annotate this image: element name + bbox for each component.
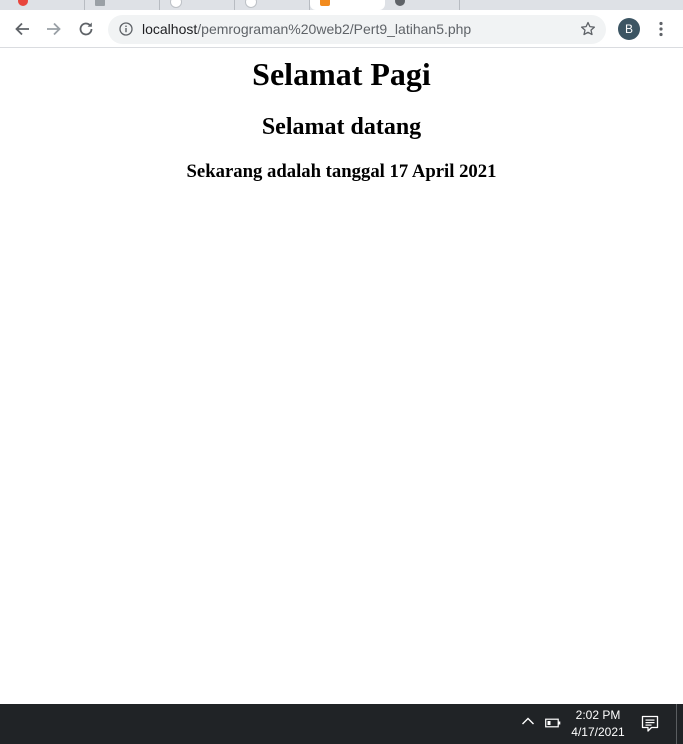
info-icon[interactable] bbox=[119, 22, 133, 36]
browser-tab[interactable] bbox=[235, 0, 310, 10]
browser-tab[interactable] bbox=[85, 0, 160, 10]
chevron-up-icon[interactable] bbox=[521, 716, 535, 726]
tab-favicon-icon bbox=[18, 0, 28, 6]
page-content: Selamat Pagi Selamat datang Sekarang ada… bbox=[0, 48, 683, 704]
url-host: localhost bbox=[142, 21, 198, 37]
tab-favicon-icon bbox=[245, 0, 257, 8]
address-url[interactable]: localhost/pemrograman%20web2/Pert9_latih… bbox=[142, 21, 471, 38]
profile-avatar[interactable]: B bbox=[618, 18, 640, 40]
tab-favicon-icon bbox=[395, 0, 405, 6]
browser-tab-active[interactable] bbox=[310, 0, 385, 10]
more-vertical-icon bbox=[659, 21, 663, 37]
welcome-heading: Selamat datang bbox=[261, 114, 422, 140]
tab-favicon-icon bbox=[320, 0, 330, 6]
clock-date: 4/17/2021 bbox=[571, 725, 625, 739]
back-button[interactable] bbox=[9, 16, 35, 42]
browser-tab[interactable] bbox=[160, 0, 235, 10]
reload-icon bbox=[79, 22, 93, 36]
tab-strip bbox=[0, 0, 683, 10]
reload-button[interactable] bbox=[73, 16, 99, 42]
tab-favicon-icon bbox=[170, 0, 182, 8]
taskbar-clock[interactable]: 2:02 PM 4/17/2021 bbox=[566, 707, 630, 741]
browser-menu-button[interactable] bbox=[650, 18, 672, 40]
arrow-right-icon bbox=[47, 22, 61, 36]
star-icon[interactable] bbox=[580, 21, 596, 37]
show-desktop-button[interactable] bbox=[676, 704, 677, 744]
browser-tab[interactable] bbox=[0, 0, 85, 10]
notification-icon[interactable] bbox=[641, 715, 659, 733]
address-bar[interactable]: localhost/pemrograman%20web2/Pert9_latih… bbox=[108, 15, 606, 44]
greeting-heading: Selamat Pagi bbox=[252, 56, 431, 92]
forward-button[interactable] bbox=[41, 16, 67, 42]
tab-favicon-icon bbox=[95, 0, 105, 6]
date-heading: Sekarang adalah tanggal 17 April 2021 bbox=[186, 161, 497, 182]
battery-icon[interactable] bbox=[545, 718, 561, 728]
browser-tab[interactable] bbox=[385, 0, 460, 10]
arrow-left-icon bbox=[15, 22, 29, 36]
url-path: /pemrograman%20web2/Pert9_latihan5.php bbox=[197, 21, 472, 37]
clock-time: 2:02 PM bbox=[575, 708, 621, 722]
browser-toolbar: localhost/pemrograman%20web2/Pert9_latih… bbox=[0, 10, 683, 48]
windows-taskbar: 2:02 PM 4/17/2021 bbox=[0, 704, 683, 744]
